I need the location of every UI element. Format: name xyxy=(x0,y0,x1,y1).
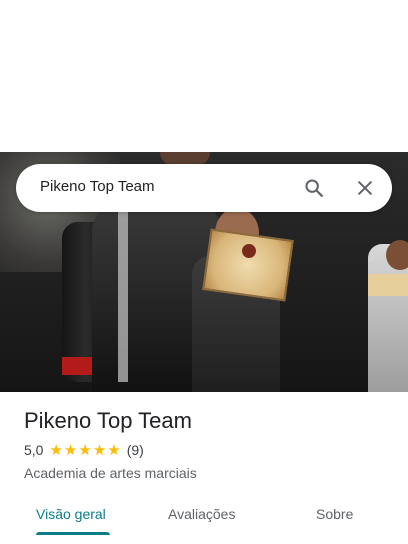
tab-overview[interactable]: Visão geral xyxy=(36,506,106,522)
search-bar[interactable]: Pikeno Top Team xyxy=(16,164,392,212)
rating-stars: ★ ★ ★ ★ ★ xyxy=(49,443,120,458)
tab-bar: Visão geral Avaliações Sobre xyxy=(0,496,408,544)
photo-second-certificate xyxy=(368,274,408,296)
rating-row[interactable]: 5,0 ★ ★ ★ ★ ★ (9) xyxy=(24,442,144,458)
photo-second-student-head xyxy=(386,240,408,270)
close-icon-glyph xyxy=(358,181,372,195)
photo-certificate xyxy=(202,228,294,302)
star-icon: ★ xyxy=(107,441,121,459)
star-icon: ★ xyxy=(63,441,78,459)
star-icon: ★ xyxy=(78,441,92,459)
close-icon[interactable] xyxy=(353,176,377,200)
star-icon: ★ xyxy=(92,441,107,459)
tab-about[interactable]: Sobre xyxy=(316,506,353,522)
photo-instructor-stripe xyxy=(118,212,128,382)
blank-header-area xyxy=(0,0,408,152)
photo-certificate-seal xyxy=(242,244,256,258)
search-icon[interactable] xyxy=(302,176,326,200)
star-icon: ★ xyxy=(49,441,63,459)
place-title: Pikeno Top Team xyxy=(24,408,192,433)
active-tab-indicator xyxy=(36,532,110,535)
place-category[interactable]: Academia de artes marciais xyxy=(24,465,197,481)
tab-reviews[interactable]: Avaliações xyxy=(168,506,235,522)
rating-value: 5,0 xyxy=(24,442,44,458)
search-icon-glyph xyxy=(305,179,323,197)
search-input[interactable]: Pikeno Top Team xyxy=(40,178,155,195)
review-count[interactable]: (9) xyxy=(127,442,144,458)
